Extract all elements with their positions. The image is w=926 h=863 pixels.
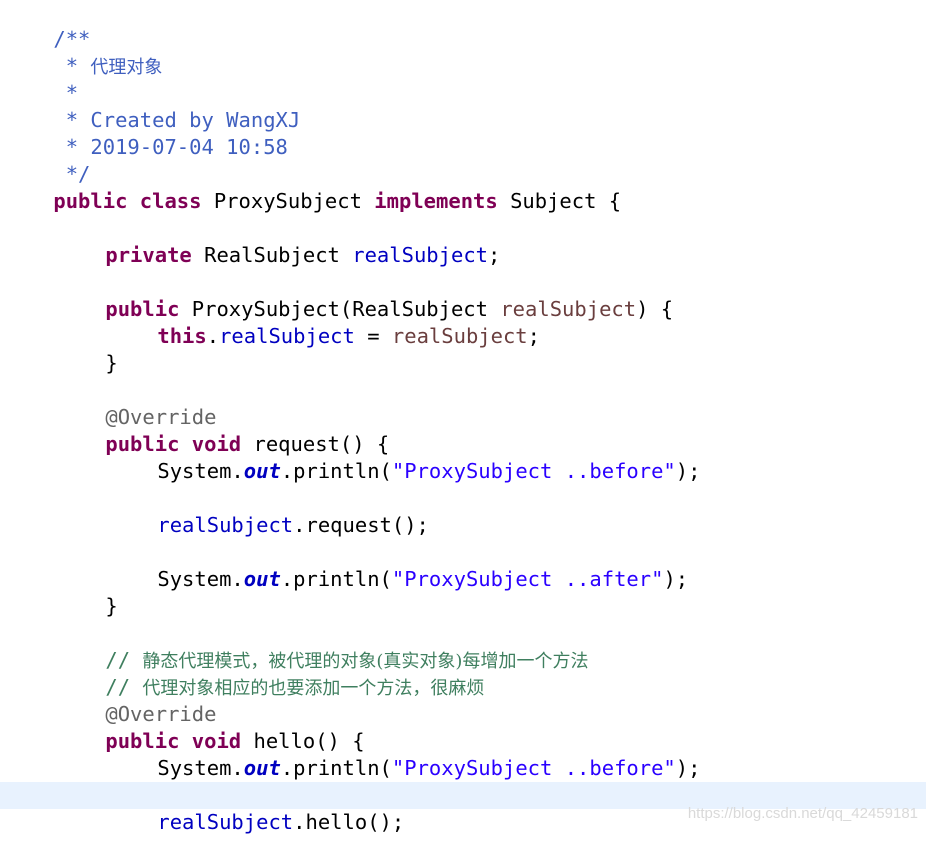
code-line: * Created by WangXJ	[0, 80, 926, 132]
code-line: private RealSubject realSubject;	[0, 215, 926, 267]
close-brace: }	[105, 594, 118, 618]
class-name: ProxySubject	[213, 189, 362, 213]
field-name: realSubject	[352, 243, 488, 267]
interface-name: Subject {	[510, 189, 622, 213]
println-call: .println(	[280, 756, 392, 780]
code-line: }	[0, 566, 926, 618]
keyword-private: private	[105, 243, 192, 267]
code-line: *	[0, 53, 926, 105]
string-literal-before: "ProxySubject ..before"	[391, 459, 676, 483]
println-call: .println(	[280, 459, 392, 483]
println-close: );	[675, 459, 701, 483]
code-line: * 2019-07-04 10:58	[0, 107, 926, 159]
system-class: System.	[157, 756, 244, 780]
code-line: this.realSubject = realSubject;	[0, 296, 926, 348]
request-call: .request();	[293, 513, 429, 537]
println-close: );	[675, 756, 701, 780]
code-line: * 代理对象	[0, 26, 926, 78]
field-type: RealSubject	[204, 243, 340, 267]
code-line: }	[0, 323, 926, 375]
code-line: System.out.println("ProxySubject ..after…	[0, 539, 926, 591]
code-line: */	[0, 134, 926, 186]
keyword-implements: implements	[374, 189, 498, 213]
keyword-public: public	[53, 189, 128, 213]
code-editor[interactable]: /** * 代理对象 * * Created by WangXJ * 2019-…	[0, 0, 926, 834]
code-line: /**	[0, 0, 926, 51]
watermark: https://blog.csdn.net/qq_42459181	[687, 805, 918, 822]
semicolon: ;	[488, 243, 501, 267]
code-line: // 代理对象相应的也要添加一个方法，很麻烦	[0, 647, 926, 699]
static-field-out: out	[243, 459, 281, 483]
field-name: realSubject	[157, 810, 294, 834]
code-line: @Override	[0, 674, 926, 726]
keyword-class: class	[139, 189, 202, 213]
close-brace: }	[105, 351, 118, 375]
code-line: realSubject.request();	[0, 485, 926, 537]
code-line: public void hello() {	[0, 701, 926, 753]
code-line: // 静态代理模式，被代理的对象(真实对象)每增加一个方法	[0, 620, 926, 672]
code-line: public class ProxySubject implements Sub…	[0, 161, 926, 213]
static-field-out: out	[243, 756, 281, 780]
string-literal-before: "ProxySubject ..before"	[391, 756, 676, 780]
hello-call: .hello();	[293, 810, 405, 834]
code-line: public ProxySubject(RealSubject realSubj…	[0, 269, 926, 321]
code-line: @Override	[0, 377, 926, 429]
field-name: realSubject	[157, 513, 294, 537]
code-line: public void request() {	[0, 404, 926, 456]
code-line: System.out.println("ProxySubject ..befor…	[0, 431, 926, 483]
code-line: System.out.println("ProxySubject ..befor…	[0, 728, 926, 780]
system-class: System.	[157, 459, 244, 483]
